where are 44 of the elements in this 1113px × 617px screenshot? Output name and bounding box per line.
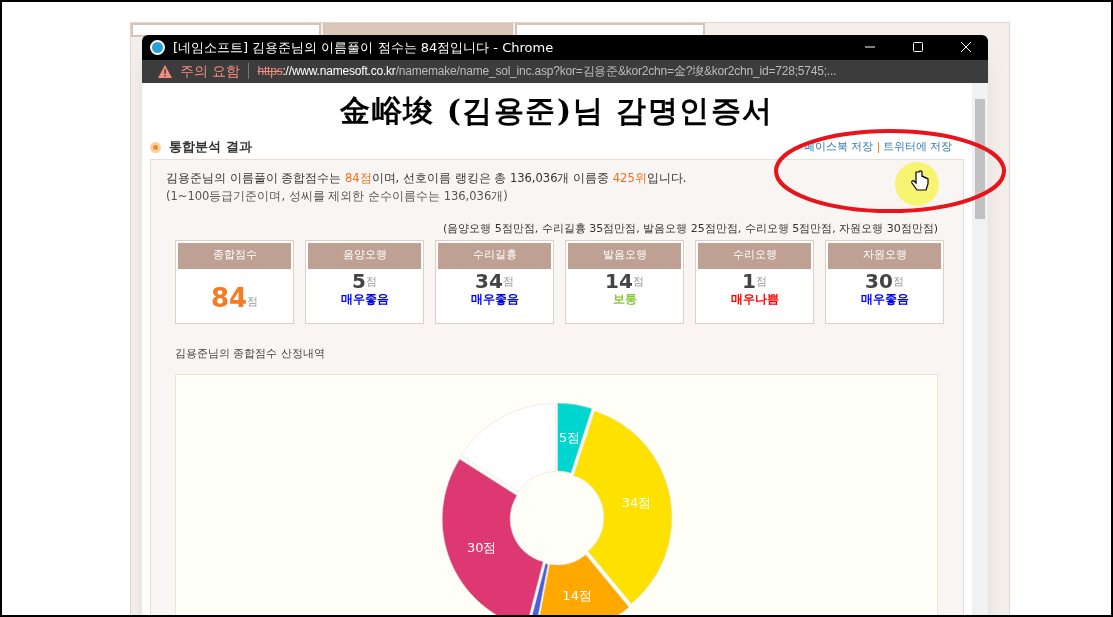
card-header: 발음오행	[568, 242, 681, 269]
score-unit: 점	[755, 274, 767, 290]
certificate-heading: 金峪埈 (김용준)님 감명인증서	[339, 92, 775, 130]
rating-text: 보통	[612, 290, 637, 307]
score-unit: 점	[502, 274, 514, 290]
slice-label: 30점	[466, 539, 496, 555]
rating-text: 매우좋음	[470, 290, 519, 307]
app-icon	[150, 39, 165, 55]
bullet-icon	[150, 141, 161, 153]
rating-text: 매우좋음	[860, 290, 909, 307]
total-score: 84	[210, 284, 248, 311]
summary-text: 김용준님의 이름풀이 종합점수는 84점이며, 선호이름 랭킹은 총 136,036개 이름중 425위입니다.	[166, 170, 687, 187]
card-header: 종합점수	[178, 242, 291, 269]
scrollbar[interactable]	[972, 83, 988, 615]
close-icon[interactable]	[960, 41, 972, 54]
summary-note: (1~100등급기준이며, 성씨를 제외한 순수이름수는 136,036개)	[166, 188, 508, 205]
rating-text: 매우나쁨	[730, 290, 779, 307]
slice-label: 14점	[561, 588, 592, 604]
rating-text: 매우좋음	[340, 290, 389, 307]
item-score: 34	[475, 270, 503, 291]
security-warning[interactable]: 주의 요함	[180, 60, 241, 82]
score-unit: 점	[892, 274, 904, 290]
hand-cursor-icon	[910, 170, 930, 194]
card-header: 자원오행	[828, 242, 941, 269]
chart-caption: 김용준님의 종합점수 산정내역	[174, 345, 326, 362]
section-title: 통합분석 결과	[169, 138, 252, 157]
maximize-icon[interactable]	[912, 41, 924, 54]
card-header: 수리오행	[698, 242, 811, 269]
card-header: 음양오행	[308, 242, 421, 269]
window-title: [네임소프트] 김용준님의 이름풀이 점수는 84점입니다 - Chrome	[173, 38, 555, 57]
item-score: 30	[865, 270, 893, 291]
item-score: 14	[605, 270, 633, 291]
warning-icon	[158, 64, 172, 78]
slice-label: 34점	[621, 494, 651, 510]
max-score-note: (음양오행 5점만점, 수리길흉 35점만점, 발음오행 25점만점, 수리오행 5점만점, 자원오행 30점만점)	[441, 221, 939, 237]
score-unit: 점	[632, 274, 644, 290]
score-unit: 점	[365, 274, 377, 290]
slice-label: 5점	[558, 430, 580, 445]
item-score: 1	[742, 270, 756, 291]
score-unit: 점	[247, 294, 259, 310]
share-link[interactable]: 트위터에 저장	[882, 138, 952, 156]
address-url[interactable]: https://www.namesoft.co.kr/namemake/name_sol_inc.asp?kor=김용준&kor2chn=金?埈&kor2chn_id=728;5745;...	[257, 62, 837, 81]
item-score: 5	[352, 270, 366, 291]
card-header: 수리길흉	[438, 242, 551, 269]
